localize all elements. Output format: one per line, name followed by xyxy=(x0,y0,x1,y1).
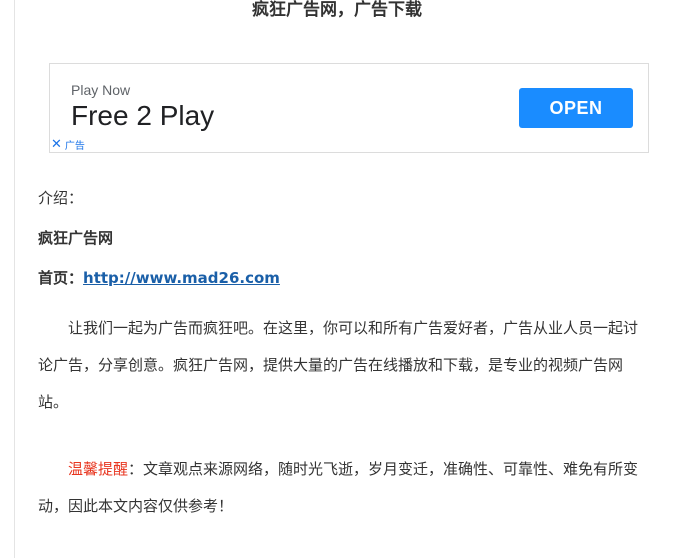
warning-paragraph: 温馨提醒：文章观点来源网络，随时光飞逝，岁月变迁，准确性、可靠性、难免有所变动，… xyxy=(38,451,650,525)
ad-choices-label: 广告 xyxy=(64,141,85,152)
close-icon[interactable]: ✕ xyxy=(51,138,62,151)
intro-label: 介绍： xyxy=(38,189,84,207)
left-border-line xyxy=(14,0,15,558)
ad-subtitle: Play Now xyxy=(71,82,131,98)
homepage-label: 首页： xyxy=(38,269,84,287)
warning-label: 温馨提醒 xyxy=(68,460,129,478)
intro-paragraph: 让我们一起为广告而疯狂吧。在这里，你可以和所有广告爱好者，广告从业人员一起讨论广… xyxy=(38,319,639,411)
homepage-link[interactable]: http://www.mad26.com xyxy=(83,269,280,287)
ad-banner[interactable]: Play Now Free 2 Play OPEN ✕ 广告 xyxy=(49,63,649,153)
ad-choices[interactable]: ✕ 广告 xyxy=(51,138,85,152)
page-title: 疯狂广告网，广告下载 xyxy=(252,0,422,20)
homepage-line: 首页：http://www.mad26.com xyxy=(38,268,280,288)
ad-open-button[interactable]: OPEN xyxy=(519,88,633,128)
ad-headline[interactable]: Free 2 Play xyxy=(71,100,214,132)
warning-text: ：文章观点来源网络，随时光飞逝，岁月变迁，准确性、可靠性、难免有所变动，因此本文… xyxy=(38,460,639,515)
site-name: 疯狂广告网 xyxy=(38,229,114,247)
